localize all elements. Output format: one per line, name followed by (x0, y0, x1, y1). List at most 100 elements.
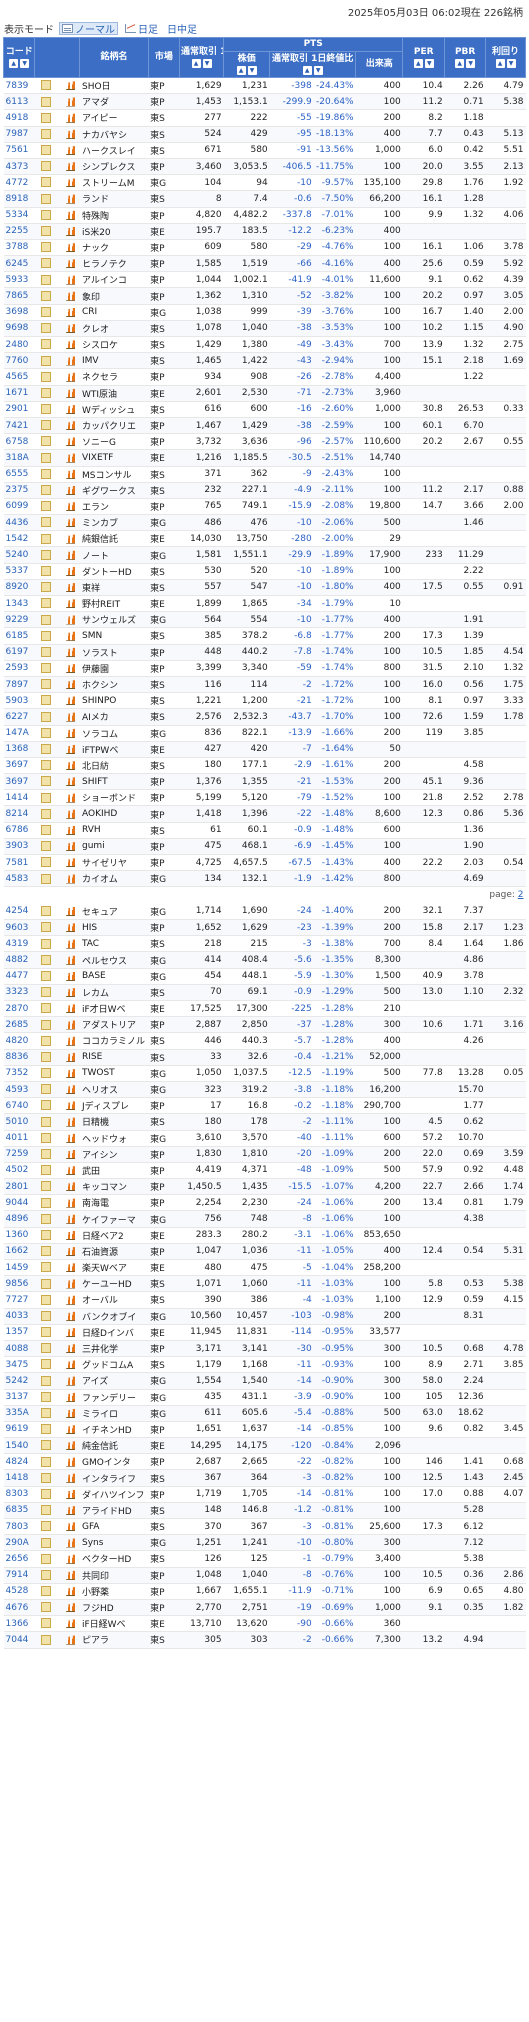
bar-chart-icon[interactable] (64, 534, 75, 544)
bar-chart-icon[interactable] (64, 275, 75, 285)
table-row[interactable]: 5933 アルインコ 東P 1,044 1,002.1 -41.9 -4.01% 11,600… (3, 271, 526, 289)
table-row[interactable]: 4477 BASE 東G 454 448.1 -5.9 -1.30% 1,500 40.9 3.7… (3, 968, 526, 985)
book-icon[interactable] (40, 387, 51, 398)
chart-icon[interactable] (59, 352, 80, 370)
stock-name[interactable]: GFA (79, 1518, 149, 1536)
chart-icon[interactable] (59, 1000, 80, 1018)
table-row[interactable]: 4373 シンプレクス 東P 3,460 3,053.5 -406.5 -11.75% 100… (3, 158, 526, 176)
chart-icon[interactable] (59, 514, 80, 532)
bar-chart-icon[interactable] (64, 923, 75, 933)
board-icon[interactable] (34, 757, 60, 775)
bar-chart-icon[interactable] (64, 486, 75, 496)
table-row[interactable]: 6113 アマダ 東P 1,453 1,153.1 -299.9 -20.64% 100 11.… (3, 93, 526, 111)
stock-code[interactable]: 4824 (3, 1453, 35, 1471)
stock-code[interactable]: 2255 (3, 223, 35, 240)
bar-chart-icon[interactable] (64, 113, 75, 123)
book-icon[interactable] (40, 922, 51, 933)
book-icon[interactable] (40, 128, 51, 139)
book-icon[interactable] (40, 96, 51, 107)
board-icon[interactable] (34, 498, 60, 516)
book-icon[interactable] (40, 161, 51, 172)
table-row[interactable]: 4436 ミンカブ 東G 486 476 -10 -2.06% 500 1.46 (3, 514, 526, 532)
board-icon[interactable] (34, 741, 60, 758)
book-icon[interactable] (40, 1440, 51, 1451)
chart-icon[interactable] (59, 1065, 80, 1082)
chart-icon[interactable] (59, 1146, 80, 1163)
book-icon[interactable] (40, 614, 51, 625)
book-icon[interactable] (40, 905, 51, 916)
chart-icon[interactable] (59, 805, 80, 823)
board-icon[interactable] (34, 773, 60, 791)
bar-chart-icon[interactable] (64, 825, 75, 835)
board-icon[interactable] (34, 368, 60, 386)
book-icon[interactable] (40, 145, 51, 156)
stock-code[interactable]: 9698 (3, 320, 35, 338)
board-icon[interactable] (34, 725, 60, 742)
stock-code[interactable]: 8303 (3, 1486, 35, 1503)
board-icon[interactable] (34, 514, 60, 532)
stock-name[interactable]: CRI (79, 304, 149, 321)
chart-icon[interactable] (59, 854, 80, 872)
book-icon[interactable] (40, 306, 51, 317)
stock-code[interactable]: 3137 (3, 1389, 35, 1406)
chart-icon[interactable] (59, 1502, 80, 1520)
stock-name[interactable]: ベクターHD (79, 1550, 149, 1568)
book-icon[interactable] (40, 630, 51, 641)
stock-code[interactable]: 4896 (3, 1210, 35, 1228)
book-icon[interactable] (40, 533, 51, 544)
stock-name[interactable]: イチネンHD (79, 1421, 149, 1439)
stock-name[interactable]: RVH (79, 822, 149, 839)
stock-code[interactable]: 1360 (3, 1227, 35, 1244)
board-icon[interactable] (34, 336, 60, 354)
chart-icon[interactable] (59, 1291, 80, 1309)
book-icon[interactable] (40, 549, 51, 560)
stock-code[interactable]: 147A (3, 725, 35, 742)
stock-name[interactable]: ナカバヤシ (79, 126, 149, 143)
bar-chart-icon[interactable] (64, 178, 75, 188)
table-row[interactable]: 2656 ベクターHD 東S 126 125 -1 -0.79% 3,400 5.38 (3, 1550, 526, 1568)
chart-icon[interactable] (59, 1372, 80, 1390)
stock-name[interactable]: ピアラ (79, 1631, 149, 1649)
bar-chart-icon[interactable] (64, 988, 75, 998)
table-row[interactable]: 1542 純銀信託 東E 14,030 13,750 -280 -2.00% 29 (3, 530, 526, 548)
chart-icon[interactable] (59, 401, 80, 418)
stock-code[interactable]: 8920 (3, 579, 35, 597)
stock-code[interactable]: 4436 (3, 514, 35, 532)
stock-code[interactable]: 4583 (3, 870, 35, 888)
board-icon[interactable] (34, 644, 60, 661)
bar-chart-icon[interactable] (64, 1263, 75, 1273)
table-row[interactable]: 9603 HIS 東P 1,652 1,629 -23 -1.39% 200 15.8 2.17 1… (3, 919, 526, 937)
chart-icon[interactable] (59, 870, 80, 888)
chart-icon[interactable] (59, 1356, 80, 1374)
chart-icon[interactable] (59, 935, 80, 953)
stock-code[interactable]: 4088 (3, 1340, 35, 1358)
book-icon[interactable] (40, 792, 51, 803)
stock-name[interactable]: キッコマン (79, 1178, 149, 1196)
chart-icon[interactable] (59, 579, 80, 597)
board-icon[interactable] (34, 287, 60, 305)
stock-name[interactable]: iF才日Wベ (79, 1000, 149, 1018)
stock-name[interactable]: カイオム (79, 870, 149, 888)
bar-chart-icon[interactable] (64, 1619, 75, 1629)
board-icon[interactable] (34, 1130, 60, 1147)
board-icon[interactable] (34, 1340, 60, 1358)
board-icon[interactable] (34, 968, 60, 985)
stock-name[interactable]: ココカラミノル (79, 1032, 149, 1050)
book-icon[interactable] (40, 193, 51, 204)
table-row[interactable]: 9856 ケーユーHD 東S 1,071 1,060 -11 -1.03% 100 5.8 0.5… (3, 1275, 526, 1293)
bar-chart-icon[interactable] (64, 1570, 75, 1580)
stock-name[interactable]: アダストリア (79, 1016, 149, 1034)
board-icon[interactable] (34, 1372, 60, 1390)
book-icon[interactable] (40, 1553, 51, 1564)
table-row[interactable]: 2593 伊藤園 東P 3,399 3,340 -59 -1.74% 800 31.5 2.10 1… (3, 660, 526, 677)
stock-name[interactable]: ヘリオス (79, 1081, 149, 1099)
stock-name[interactable]: ケイファーマ (79, 1210, 149, 1228)
stock-code[interactable]: 2901 (3, 401, 35, 418)
table-row[interactable]: 4676 フジHD 東P 2,770 2,751 -19 -0.69% 1,000 9.1 0.3… (3, 1599, 526, 1617)
table-row[interactable]: 9044 南海電 東P 2,254 2,230 -24 -1.06% 200 13.4 0.81 1… (3, 1194, 526, 1212)
stock-name[interactable]: ナック (79, 239, 149, 257)
bar-chart-icon[interactable] (64, 372, 75, 382)
chart-icon[interactable] (59, 1599, 80, 1617)
bar-chart-icon[interactable] (64, 874, 75, 884)
table-row[interactable]: 7727 オーバル 東S 390 386 -4 -1.03% 1,100 12.9 0.59 4.1… (3, 1291, 526, 1309)
